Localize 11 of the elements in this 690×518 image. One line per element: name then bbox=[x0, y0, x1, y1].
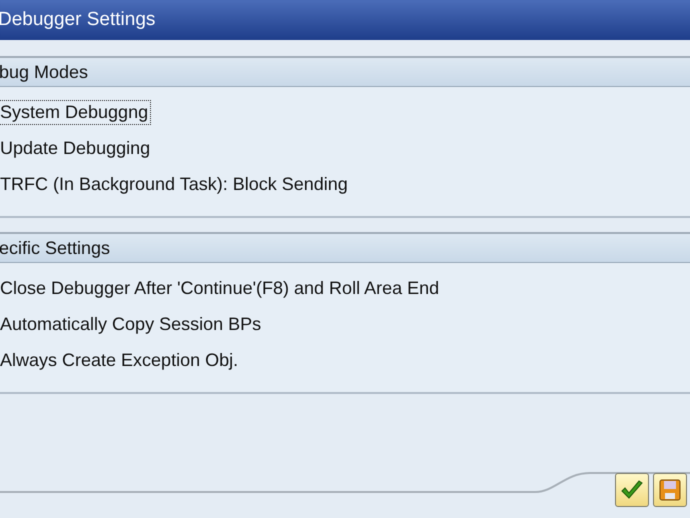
option-label[interactable]: System Debuggng bbox=[0, 100, 152, 124]
option-label[interactable]: Update Debugging bbox=[0, 136, 154, 160]
option-label[interactable]: TRFC (In Background Task): Block Sending bbox=[0, 172, 351, 196]
option-label[interactable]: Always Create Exception Obj. bbox=[0, 348, 242, 372]
confirm-button[interactable] bbox=[615, 473, 649, 507]
option-label[interactable]: Automatically Copy Session BPs bbox=[0, 312, 264, 336]
group-title: ecific Settings bbox=[0, 238, 110, 258]
checkmark-icon bbox=[620, 479, 644, 501]
group-title: bug Modes bbox=[0, 62, 88, 82]
option-label[interactable]: Close Debugger After 'Continue'(F8) and Roll Area End bbox=[0, 276, 442, 300]
save-button[interactable] bbox=[653, 473, 687, 507]
